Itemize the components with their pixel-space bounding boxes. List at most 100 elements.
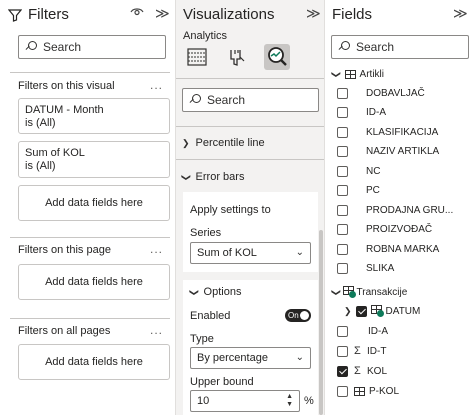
field-name: P-KOL (369, 385, 400, 397)
collapse-filters-icon[interactable]: ≫ (155, 5, 170, 22)
table-artikli[interactable]: ❯ Artikli (331, 67, 384, 81)
field-id-a[interactable]: ID-A (337, 324, 388, 338)
grid-icon (187, 48, 207, 66)
field-checkbox[interactable] (337, 126, 348, 138)
series-value: Sum of KOL (197, 247, 257, 259)
chevron-down-icon: ⌄ (295, 247, 304, 258)
checkbox-p-kol[interactable] (337, 385, 348, 397)
field-name: ID-T (367, 345, 387, 357)
add-data-fields-page[interactable]: Add data fields here (18, 264, 170, 300)
field-artikli-item[interactable]: ROBNA MARKA (337, 242, 439, 256)
chevron-down-icon: ❯ (331, 288, 342, 296)
upper-bound-value: 10 (197, 395, 210, 407)
field-checkbox[interactable] (337, 204, 348, 216)
add-data-fields-all[interactable]: Add data fields here (18, 344, 170, 380)
percent-unit: % (304, 395, 314, 407)
field-name: DATUM (385, 305, 421, 317)
checkbox-id-t[interactable] (337, 345, 348, 357)
format-visual-tab[interactable] (224, 44, 250, 70)
percentile-line-section[interactable]: ❯ Percentile line (182, 137, 265, 149)
field-name: SLIKA (366, 263, 395, 274)
field-checkbox[interactable] (337, 146, 348, 157)
series-dropdown[interactable]: Sum of KOL ⌄ (190, 242, 311, 264)
collapse-viz-icon[interactable]: ≫ (306, 5, 321, 22)
calendar-icon (370, 305, 384, 317)
chevron-right-icon[interactable]: ❯ (344, 306, 352, 317)
filter-card-datum[interactable]: DATUM - Month is (All) (18, 98, 170, 134)
field-artikli-item[interactable]: ID-A (337, 106, 386, 120)
type-dropdown[interactable]: By percentage ⌄ (190, 347, 311, 369)
error-bars-label: Error bars (195, 171, 245, 183)
enabled-toggle[interactable]: On (285, 309, 311, 322)
field-datum[interactable]: ❯ DATUM (344, 304, 420, 318)
table-name: Transakcije (356, 286, 408, 298)
more-options-icon[interactable]: ... (150, 242, 163, 256)
collapse-fields-icon[interactable]: ≫ (453, 5, 468, 22)
build-visual-tab[interactable] (184, 44, 210, 70)
field-checkbox[interactable] (337, 165, 348, 177)
field-artikli-item[interactable]: KLASIFIKACIJA (337, 125, 438, 139)
percentile-line-label: Percentile line (195, 137, 265, 149)
field-artikli-item[interactable]: NC (337, 164, 380, 178)
fields-search-input[interactable]: Search (331, 35, 469, 59)
field-checkbox[interactable] (337, 263, 348, 274)
filter-card-title: Sum of KOL (25, 147, 85, 159)
field-artikli-item[interactable]: NAZIV ARTIKLA (337, 145, 439, 159)
field-id-t[interactable]: Σ ID-T (337, 344, 386, 358)
table-transakcije[interactable]: ❯ Transakcije (331, 285, 408, 299)
chevron-right-icon: ❯ (182, 137, 190, 148)
field-name: PRODAJNA GRU... (366, 204, 454, 216)
upper-bound-label: Upper bound (190, 376, 254, 388)
checkbox-datum[interactable] (355, 305, 367, 317)
field-checkbox[interactable] (337, 107, 348, 118)
filter-card-kol[interactable]: Sum of KOL is (All) (18, 141, 170, 178)
field-artikli-item[interactable]: PRODAJNA GRU... (337, 203, 453, 217)
checkbox-kol[interactable] (337, 365, 348, 377)
more-options-icon[interactable]: ... (150, 78, 163, 92)
filter-card-state: is (All) (25, 160, 56, 172)
viz-scrollbar[interactable] (319, 230, 323, 415)
magnifier-chart-icon (268, 47, 287, 66)
field-artikli-item[interactable]: PROIZVOĐAČ (337, 223, 432, 237)
analytics-tab[interactable] (264, 44, 290, 70)
type-label: Type (190, 333, 214, 345)
add-data-fields-visual[interactable]: Add data fields here (18, 185, 170, 221)
filter-icon (8, 8, 22, 22)
upper-bound-input[interactable]: 10 ▲ ▼ (190, 390, 300, 412)
viz-search-input[interactable]: Search (182, 88, 319, 112)
filters-search-placeholder: Search (43, 40, 82, 54)
field-p-kol[interactable]: P-KOL (337, 384, 399, 398)
table-name: Artikli (359, 68, 384, 80)
field-name: ID-A (368, 325, 388, 337)
field-checkbox[interactable] (337, 185, 348, 196)
type-value: By percentage (197, 352, 268, 364)
chevron-down-icon: ⌄ (295, 352, 304, 363)
field-checkbox[interactable] (337, 243, 348, 255)
field-artikli-item[interactable]: PC (337, 184, 380, 198)
field-artikli-item[interactable]: DOBAVLJAČ (337, 86, 425, 100)
more-options-icon[interactable]: ... (150, 323, 163, 337)
options-section[interactable]: ❯ Options (189, 286, 241, 298)
filters-on-visual-label: Filters on this visual (18, 80, 115, 92)
table-checked-icon (342, 286, 356, 298)
chevron-down-icon: ❯ (181, 173, 192, 181)
divider (176, 126, 324, 127)
field-checkbox[interactable] (337, 87, 348, 99)
field-artikli-item[interactable]: SLIKA (337, 262, 394, 276)
chevron-down-icon: ❯ (331, 70, 342, 78)
filters-search-input[interactable]: Search (18, 35, 166, 59)
checkbox-id-a[interactable] (337, 325, 348, 337)
field-kol[interactable]: Σ KOL (337, 364, 387, 378)
filters-on-page-label: Filters on this page (18, 244, 111, 256)
toggle-state: On (288, 311, 299, 320)
divider (10, 237, 170, 238)
viz-search-placeholder: Search (207, 93, 246, 107)
field-name: ROBNA MARKA (366, 243, 440, 255)
spinner-icon[interactable]: ▲ ▼ (286, 393, 293, 409)
eye-icon[interactable] (130, 5, 144, 21)
calculator-icon (354, 386, 365, 396)
field-name: KOL (367, 365, 388, 377)
error-bars-section[interactable]: ❯ Error bars (181, 171, 245, 183)
series-label: Series (190, 227, 222, 239)
field-checkbox[interactable] (337, 224, 348, 235)
